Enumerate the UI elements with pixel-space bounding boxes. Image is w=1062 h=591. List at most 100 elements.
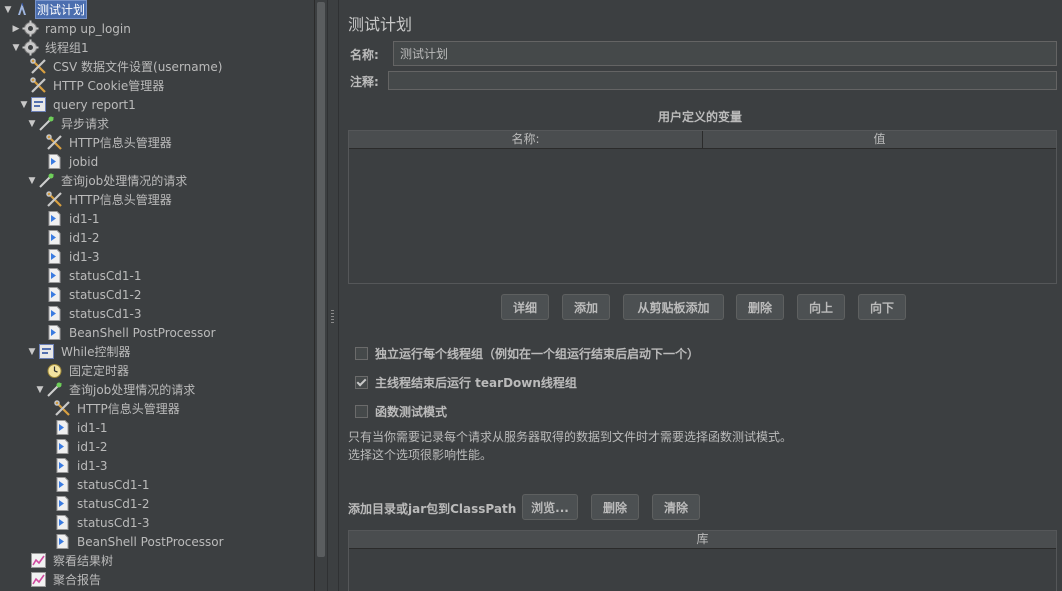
run-consecutively-checkbox[interactable] xyxy=(355,347,368,360)
name-label: 名称: xyxy=(350,48,379,62)
tree-node[interactable]: ▶ ramp up_login xyxy=(11,19,133,38)
tree-node[interactable]: id1-2 xyxy=(35,228,102,247)
classpath-library-table[interactable]: 库 xyxy=(348,530,1057,591)
tree-node-label: 测试计划 xyxy=(35,0,88,19)
tree-node-label: 线程组1 xyxy=(45,41,89,55)
teardown-option[interactable]: 主线程结束后运行 tearDown线程组 xyxy=(355,374,577,391)
tree-node-label: statusCd1-1 xyxy=(77,477,150,492)
graph-icon xyxy=(30,552,47,569)
tree-node[interactable]: statusCd1-3 xyxy=(43,513,151,532)
extractor-icon xyxy=(46,229,63,246)
tree-node[interactable]: id1-1 xyxy=(43,418,110,437)
classpath-label: 添加目录或jar包到ClassPath xyxy=(348,502,517,516)
controller-icon xyxy=(38,343,55,360)
wrench-icon xyxy=(54,400,71,417)
test-plan-tree[interactable]: ▼ 测试计划 ▶ ramp up_login ▼ 线程组1 CSV 数据文件设置(usern… xyxy=(0,0,314,591)
run-thread-groups-consecutively-option[interactable]: 独立运行每个线程组（例如在一个组运行结束后启动下一个） xyxy=(355,345,699,362)
tree-node-label: id1-1 xyxy=(69,211,100,226)
controller-icon xyxy=(30,96,47,113)
tree-node-label: HTTP信息头管理器 xyxy=(69,193,172,207)
tree-node[interactable]: statusCd1-1 xyxy=(35,266,143,285)
column-header-name[interactable]: 名称: xyxy=(349,131,703,148)
comment-field[interactable] xyxy=(388,71,1057,90)
tree-node[interactable]: ▼ While控制器 xyxy=(27,342,133,361)
tree-node[interactable]: 聚合报告 xyxy=(19,570,103,589)
tree-node[interactable]: HTTP信息头管理器 xyxy=(35,133,174,152)
tree-scrollbar-thumb[interactable] xyxy=(317,2,325,557)
name-field[interactable] xyxy=(393,41,1057,66)
tree-node-label: query report1 xyxy=(53,97,136,112)
move-up-button[interactable]: 向上 xyxy=(797,294,845,320)
tree-node[interactable]: id1-3 xyxy=(43,456,110,475)
timer-icon xyxy=(46,362,63,379)
graph-icon xyxy=(30,571,47,588)
functional-test-mode-checkbox[interactable] xyxy=(355,405,368,418)
user-variables-table[interactable]: 名称: 值 xyxy=(348,130,1057,284)
expand-arrow-icon[interactable]: ▼ xyxy=(19,99,29,111)
tree-node[interactable]: BeanShell PostProcessor xyxy=(43,532,226,551)
teardown-checkbox[interactable] xyxy=(355,376,368,389)
tree-node-label: CSV 数据文件设置(username) xyxy=(53,60,223,74)
tree-node[interactable]: id1-3 xyxy=(35,247,102,266)
run-consecutively-label: 独立运行每个线程组（例如在一个组运行结束后启动下一个） xyxy=(375,347,700,361)
tree-node[interactable]: ▼ 查询job处理情况的请求 xyxy=(27,171,189,190)
extractor-icon xyxy=(54,438,71,455)
tree-node[interactable]: ▼ 异步请求 xyxy=(27,114,111,133)
expand-arrow-icon[interactable]: ▼ xyxy=(27,118,37,130)
classpath-delete-button[interactable]: 删除 xyxy=(591,494,639,520)
library-table-header: 库 xyxy=(349,531,1056,549)
add-from-clipboard-button[interactable]: 从剪贴板添加 xyxy=(623,294,724,320)
expand-arrow-icon[interactable]: ▼ xyxy=(11,42,21,54)
tree-node[interactable]: statusCd1-3 xyxy=(35,304,143,323)
tree-scrollbar[interactable] xyxy=(314,0,328,591)
tree-node[interactable]: 固定定时器 xyxy=(35,361,131,380)
tree-node-label: id1-3 xyxy=(69,249,100,264)
browse-button[interactable]: 浏览... xyxy=(522,494,578,520)
tree-node[interactable]: statusCd1-1 xyxy=(43,475,151,494)
functional-test-mode-label: 函数测试模式 xyxy=(375,405,448,419)
tree-node[interactable]: statusCd1-2 xyxy=(35,285,143,304)
tree-node-label: id1-3 xyxy=(77,458,108,473)
tree-node[interactable]: CSV 数据文件设置(username) xyxy=(19,57,224,76)
extractor-icon xyxy=(54,476,71,493)
extractor-icon xyxy=(54,495,71,512)
tree-node-label: statusCd1-2 xyxy=(77,496,150,511)
tree-node[interactable]: id1-2 xyxy=(43,437,110,456)
column-header-library[interactable]: 库 xyxy=(349,531,1056,548)
extractor-icon xyxy=(46,286,63,303)
add-button[interactable]: 添加 xyxy=(562,294,610,320)
extractor-icon xyxy=(54,533,71,550)
gear-icon xyxy=(22,20,39,37)
delete-button[interactable]: 删除 xyxy=(736,294,784,320)
tree-node[interactable]: ▼ query report1 xyxy=(19,95,138,114)
classpath-clear-button[interactable]: 清除 xyxy=(652,494,700,520)
tree-node[interactable]: ▼ 线程组1 xyxy=(11,38,91,57)
tree-node[interactable]: statusCd1-2 xyxy=(43,494,151,513)
tree-node-label: HTTP信息头管理器 xyxy=(77,402,180,416)
expand-arrow-icon[interactable]: ▼ xyxy=(35,384,45,396)
page-title: 测试计划 xyxy=(348,15,413,34)
expand-arrow-icon[interactable]: ▼ xyxy=(3,4,13,16)
move-down-button[interactable]: 向下 xyxy=(858,294,906,320)
functional-test-mode-option[interactable]: 函数测试模式 xyxy=(355,403,447,420)
tree-node[interactable]: ▼ 测试计划 xyxy=(3,0,88,19)
tree-node[interactable]: jobid xyxy=(35,152,100,171)
column-header-value[interactable]: 值 xyxy=(703,131,1056,148)
tree-node[interactable]: 察看结果树 xyxy=(19,551,115,570)
extractor-icon xyxy=(46,210,63,227)
tree-node-label: id1-2 xyxy=(77,439,108,454)
tree-node[interactable]: HTTP信息头管理器 xyxy=(35,190,174,209)
tree-node[interactable]: BeanShell PostProcessor xyxy=(35,323,218,342)
tree-node[interactable]: HTTP Cookie管理器 xyxy=(19,76,166,95)
tree-node[interactable]: HTTP信息头管理器 xyxy=(43,399,182,418)
tree-node-label: jobid xyxy=(69,154,99,169)
extractor-icon xyxy=(46,267,63,284)
extractor-icon xyxy=(54,419,71,436)
tree-node[interactable]: ▼ 查询job处理情况的请求 xyxy=(35,380,197,399)
expand-arrow-icon[interactable]: ▼ xyxy=(27,175,37,187)
expand-arrow-icon[interactable]: ▼ xyxy=(27,346,37,358)
detail-button[interactable]: 详细 xyxy=(501,294,549,320)
extractor-icon xyxy=(54,514,71,531)
collapse-arrow-icon[interactable]: ▶ xyxy=(11,23,21,35)
tree-node[interactable]: id1-1 xyxy=(35,209,102,228)
